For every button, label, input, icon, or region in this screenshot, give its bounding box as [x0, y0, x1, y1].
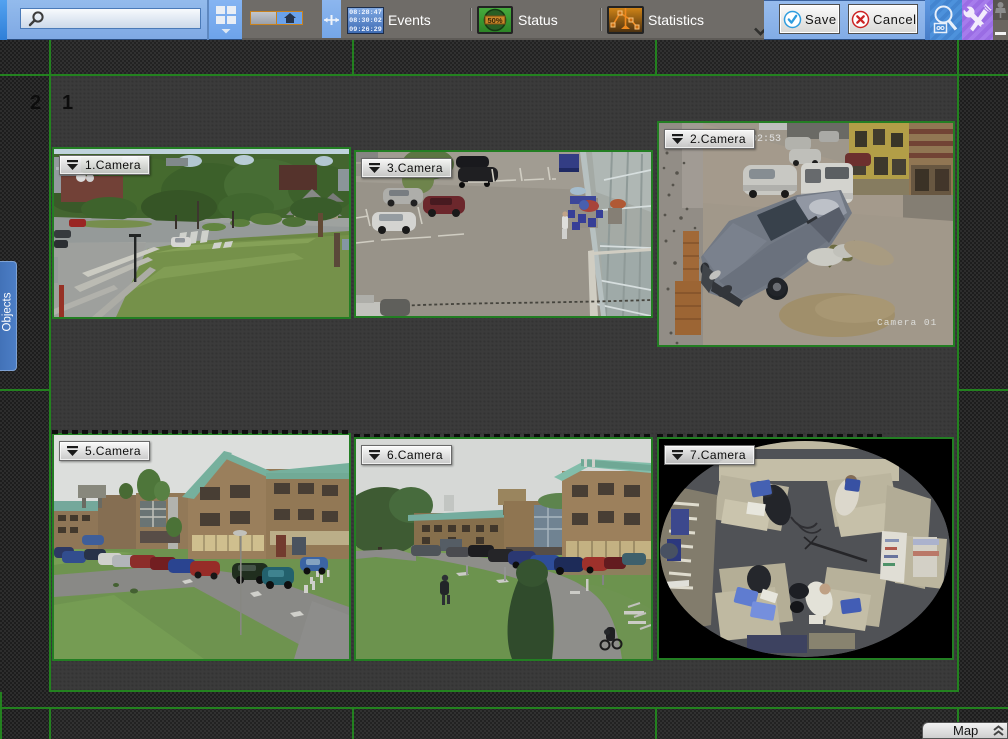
svg-text:Camera 01: Camera 01 [877, 317, 937, 328]
svg-text:50%: 50% [487, 16, 502, 25]
svg-text:02:53: 02:53 [751, 134, 781, 145]
